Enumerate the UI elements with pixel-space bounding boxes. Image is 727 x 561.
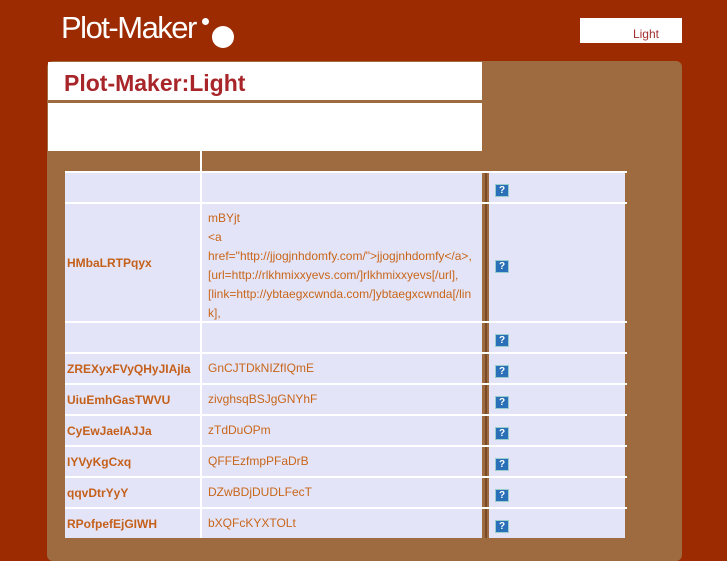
intro-area xyxy=(48,103,482,151)
header-cell-value xyxy=(202,151,482,171)
logo[interactable]: Plot-Maker xyxy=(61,10,234,48)
row-name xyxy=(65,173,202,202)
value-line: [link=http://ybtaegxcwnda.com/]ybtaegxcw… xyxy=(208,287,472,320)
row-value: zTdDuOPm xyxy=(202,416,482,445)
value-line: mBYjt xyxy=(208,211,241,225)
row-name: UiuEmhGasTWVU xyxy=(65,385,202,414)
row-name xyxy=(65,323,202,352)
value-line: DZwBDjDUDLFecT xyxy=(208,485,313,499)
column-divider xyxy=(482,354,489,383)
theme-button[interactable]: Light xyxy=(580,18,682,43)
logo-dot-small xyxy=(201,18,209,25)
column-divider xyxy=(482,447,489,476)
row-value: bXQFcKYXTOLt xyxy=(202,509,482,538)
help-icon[interactable]: ? xyxy=(495,365,509,378)
table-row: IYVyKgCxq QFFEzfmpPFaDrB ? xyxy=(65,445,627,476)
help-icon[interactable]: ? xyxy=(495,458,509,471)
value-line: zTdDuOPm xyxy=(208,423,271,437)
column-divider xyxy=(482,478,489,507)
value-line: GnCJTDkNIZfIQmE xyxy=(208,361,315,375)
value-line: bXQFcKYXTOLt xyxy=(208,516,296,530)
header-cell-name xyxy=(65,151,202,171)
title-box: Plot-Maker:Light xyxy=(48,62,482,100)
value-line: <a xyxy=(208,230,222,244)
table-row: ? xyxy=(65,171,627,202)
row-name: ZREXyxFVyQHyJIAjIa xyxy=(65,354,202,383)
row-value xyxy=(202,323,482,352)
row-value: mBYjt <a href="http://jjogjnhdomfy.com/">j… xyxy=(202,204,482,339)
row-help-cell: ? xyxy=(489,173,625,202)
column-divider xyxy=(482,173,489,202)
row-help-cell: ? xyxy=(489,509,625,538)
table-header xyxy=(65,151,627,171)
row-help-cell: ? xyxy=(489,447,625,476)
row-help-cell: ? xyxy=(489,416,625,445)
table-row: RPofpefEjGIWH bXQFcKYXTOLt ? xyxy=(65,507,627,538)
help-icon[interactable]: ? xyxy=(495,427,509,440)
row-help-cell: ? xyxy=(489,478,625,507)
table-row: qqvDtrYyY DZwBDjDUDLFecT ? xyxy=(65,476,627,507)
column-divider xyxy=(482,323,489,352)
row-name: qqvDtrYyY xyxy=(65,478,202,507)
logo-text: Plot-Maker xyxy=(61,10,197,45)
row-help-cell: ? xyxy=(489,323,625,352)
row-value: QFFEzfmpPFaDrB xyxy=(202,447,482,476)
row-value: GnCJTDkNIZfIQmE xyxy=(202,354,482,383)
row-value xyxy=(202,173,482,202)
value-line: href="http://jjogjnhdomfy.com/">jjogjnhd… xyxy=(208,249,472,263)
row-name: HMbaLRTPqyx xyxy=(65,204,202,321)
help-icon[interactable]: ? xyxy=(495,334,509,347)
table-row: ZREXyxFVyQHyJIAjIa GnCJTDkNIZfIQmE ? xyxy=(65,352,627,383)
help-icon[interactable]: ? xyxy=(495,184,509,197)
column-divider xyxy=(482,385,489,414)
help-icon[interactable]: ? xyxy=(495,489,509,502)
column-divider xyxy=(482,416,489,445)
row-help-cell: ? xyxy=(489,354,625,383)
table-row: ? xyxy=(65,321,627,352)
row-name: CyEwJaeIAJJa xyxy=(65,416,202,445)
row-value: zivghsqBSJgGNYhF xyxy=(202,385,482,414)
column-divider xyxy=(482,204,489,321)
row-help-cell: ? xyxy=(489,204,625,321)
value-line: [url=http://rlkhmixxyevs.com/]rlkhmixxye… xyxy=(208,268,459,282)
row-value: DZwBDjDUDLFecT xyxy=(202,478,482,507)
row-help-cell: ? xyxy=(489,385,625,414)
table-row: HMbaLRTPqyx mBYjt <a href="http://jjogjnhd… xyxy=(65,202,627,339)
table-row: CyEwJaeIAJJa zTdDuOPm ? xyxy=(65,414,627,445)
help-icon[interactable]: ? xyxy=(495,520,509,533)
row-name: RPofpefEjGIWH xyxy=(65,509,202,538)
help-icon[interactable]: ? xyxy=(495,396,509,409)
value-line: zivghsqBSJgGNYhF xyxy=(208,392,318,406)
page-title: Plot-Maker:Light xyxy=(64,70,246,96)
logo-dot-large xyxy=(211,26,234,48)
value-line: QFFEzfmpPFaDrB xyxy=(208,454,309,468)
help-icon[interactable]: ? xyxy=(495,259,509,273)
table-row: UiuEmhGasTWVU zivghsqBSJgGNYhF ? xyxy=(65,383,627,414)
data-table: ? HMbaLRTPqyx mBYjt <a href="http://jjogjnh… xyxy=(65,151,627,538)
row-name: IYVyKgCxq xyxy=(65,447,202,476)
column-divider xyxy=(482,509,489,538)
